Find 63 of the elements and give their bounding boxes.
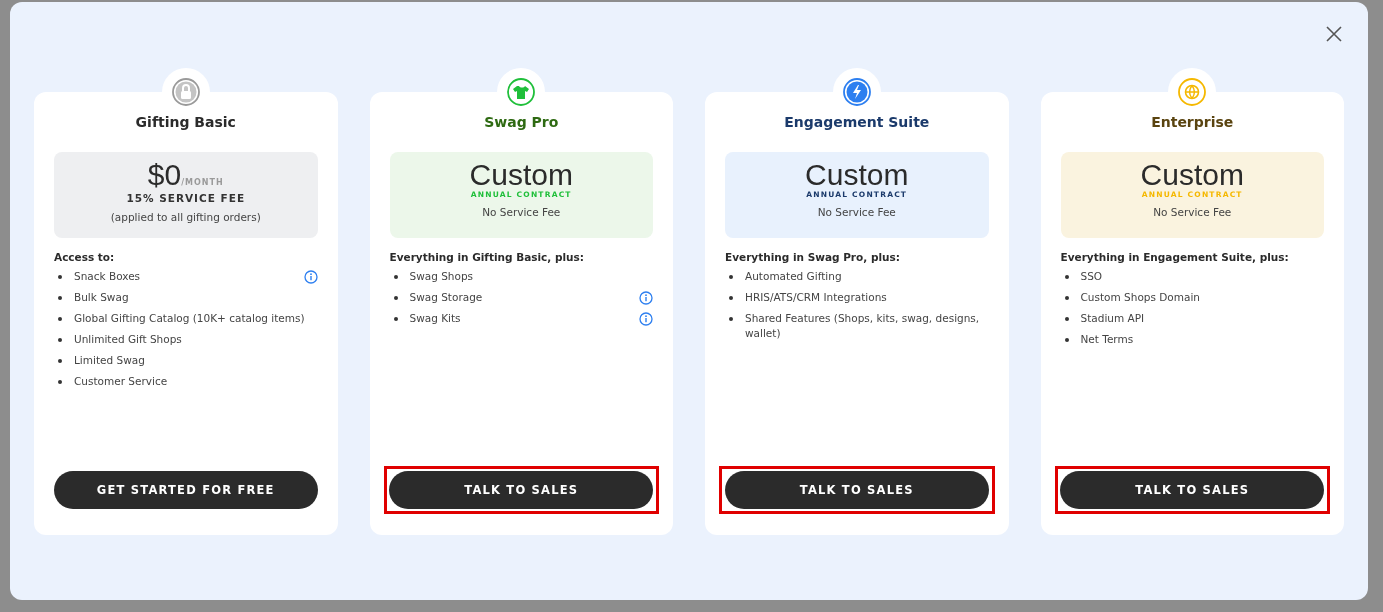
feature-item: Shared Features (Shops, kits, swag, designs, wallet) <box>745 311 981 341</box>
bullet-icon <box>1064 338 1069 342</box>
feature-item: Custom Shops Domain <box>1080 290 1202 305</box>
plan-button[interactable]: GET STARTED FOR FREE <box>53 471 318 509</box>
feature-item: Global Gifting Catalog (10K+ catalog items) <box>74 311 306 326</box>
feature-item: Swag Storage <box>409 290 484 305</box>
lock-icon <box>171 78 200 106</box>
price-note: No Service Fee <box>817 206 896 218</box>
price-note: No Service Fee <box>482 206 561 218</box>
plan-button[interactable]: TALK TO SALES <box>389 471 654 509</box>
bullet-icon <box>729 317 733 321</box>
info-icon[interactable] <box>303 270 318 284</box>
features-heading: Everything in Swag Pro, plus: <box>725 251 901 263</box>
globe-icon <box>1178 78 1207 106</box>
bullet-icon <box>393 317 398 321</box>
plan-title: Engagement Suite <box>783 114 931 132</box>
bullet-icon <box>1064 317 1069 321</box>
feature-item: Bulk Swag <box>74 290 130 305</box>
features-heading: Access to: <box>54 251 116 263</box>
service-fee: 15% SERVICE FEE <box>126 192 246 204</box>
plan-title: Gifting Basic <box>134 114 237 132</box>
bullet-icon <box>729 296 733 300</box>
close-icon <box>1324 24 1344 44</box>
info-icon[interactable] <box>639 291 653 305</box>
feature-item: HRIS/ATS/CRM Integrations <box>745 290 888 305</box>
bullet-icon <box>729 275 733 279</box>
price-period: /MONTH <box>181 178 224 187</box>
price: $0 <box>147 158 182 192</box>
plan-title: Swag Pro <box>483 114 560 132</box>
close-button[interactable] <box>1324 24 1344 44</box>
bullet-icon <box>393 296 398 300</box>
feature-item: Customer Service <box>74 374 169 389</box>
features-heading: Everything in Gifting Basic, plus: <box>389 251 586 263</box>
bullet-icon <box>1064 275 1069 279</box>
feature-item: SSO <box>1080 269 1104 284</box>
price: Custom <box>1140 158 1244 191</box>
feature-item: Stadium API <box>1080 311 1146 326</box>
feature-item: Swag Shops <box>409 269 475 284</box>
features-heading: Everything in Engagement Suite, plus: <box>1060 251 1290 263</box>
bullet-icon <box>58 380 62 384</box>
price: Custom <box>805 158 909 191</box>
feature-item: Unlimited Gift Shops <box>74 332 183 347</box>
bullet-icon <box>58 275 62 279</box>
shirt-icon <box>507 78 536 106</box>
plan-button[interactable]: TALK TO SALES <box>724 471 989 509</box>
bullet-icon <box>393 275 398 279</box>
feature-item: Swag Kits <box>409 311 462 326</box>
info-icon[interactable] <box>639 312 653 326</box>
plan-title: Enterprise <box>1150 114 1235 132</box>
plan-button[interactable]: TALK TO SALES <box>1060 471 1325 509</box>
price: Custom <box>469 158 573 191</box>
bullet-icon <box>1064 296 1069 300</box>
feature-item: Snack Boxes <box>74 269 142 284</box>
feature-item: Automated Gifting <box>745 269 843 284</box>
price-note: (applied to all gifting orders) <box>110 211 261 223</box>
bullet-icon <box>58 296 62 300</box>
bullet-icon <box>58 359 62 363</box>
bullet-icon <box>58 317 62 321</box>
bullet-icon <box>58 338 62 342</box>
price-note: No Service Fee <box>1153 206 1232 218</box>
feature-item: Net Terms <box>1080 332 1135 347</box>
feature-item: Limited Swag <box>74 353 146 368</box>
bolt-icon <box>842 78 871 106</box>
